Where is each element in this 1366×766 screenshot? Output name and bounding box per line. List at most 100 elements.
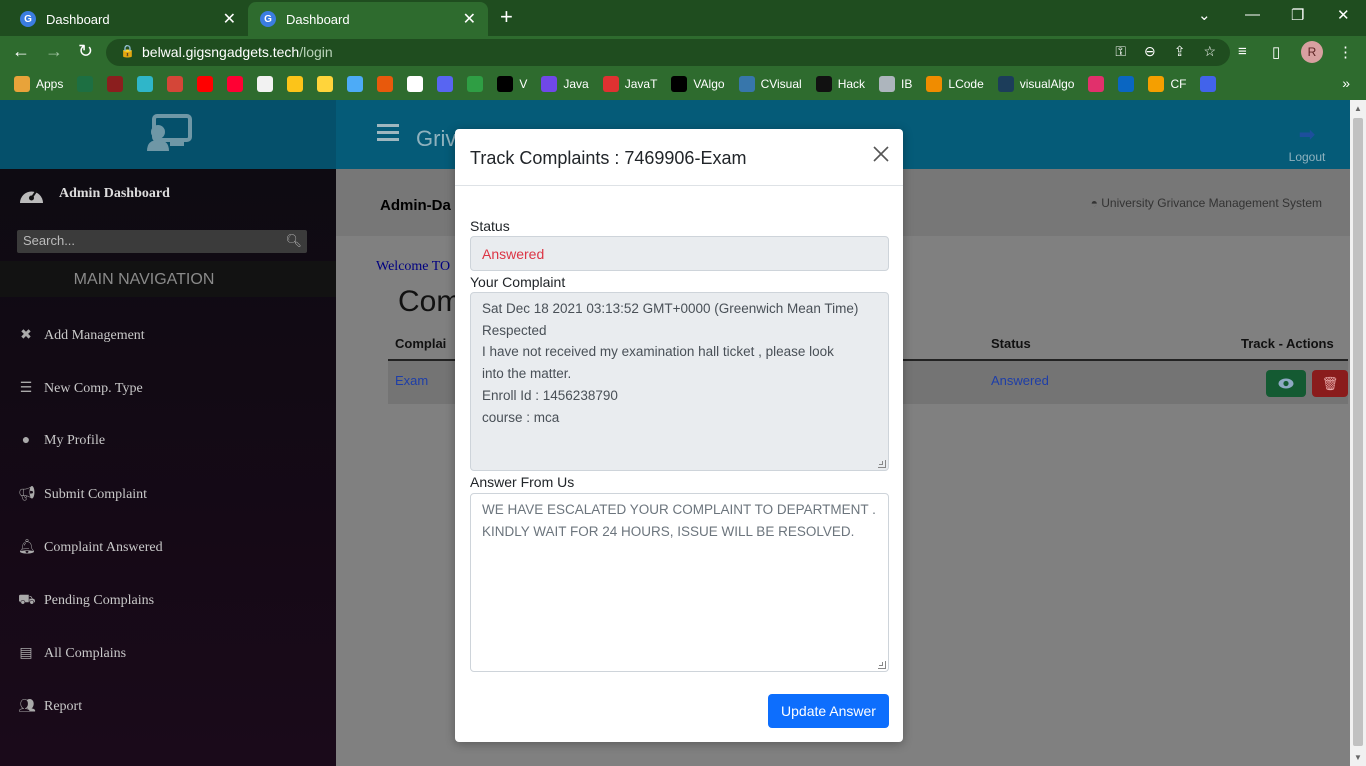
forward-icon[interactable]: → (45, 41, 63, 62)
track-button[interactable] (1266, 370, 1306, 397)
bookmark-item[interactable] (107, 76, 124, 92)
browser-tab[interactable]: G Dashboard ✕ (8, 2, 248, 36)
bookmark-item[interactable] (1088, 76, 1105, 92)
bookmark-item[interactable] (137, 76, 154, 92)
bookmarks-overflow-icon[interactable]: » (1342, 75, 1350, 91)
bookmark-item[interactable] (77, 76, 94, 92)
close-tab-icon[interactable]: ✕ (463, 9, 476, 29)
bookmark-item[interactable] (437, 76, 454, 92)
bookmark-favicon-icon (287, 76, 304, 92)
bookmark-label: V (519, 77, 528, 91)
bookmark-item[interactable]: Hack (815, 76, 865, 92)
wrench-icon: ✖ (20, 328, 32, 343)
bookmark-favicon-icon (467, 76, 484, 92)
bookmark-item[interactable]: LCode (926, 76, 984, 92)
update-answer-button[interactable]: Update Answer (768, 694, 889, 728)
bookmark-favicon-icon (671, 76, 688, 92)
sidebar-item-label: My Profile (44, 433, 106, 448)
bookmark-item[interactable]: Java (541, 76, 589, 92)
star-icon[interactable]: ☆ (1203, 43, 1216, 60)
bookmark-label: Java (563, 77, 589, 91)
bookmark-favicon-icon (815, 76, 832, 92)
bookmark-item[interactable]: CF (1148, 76, 1186, 92)
bookmark-item[interactable] (167, 76, 184, 92)
sidebar-item-add-management[interactable]: ✖ Add Management (18, 327, 145, 344)
logout-label: Logout (1288, 150, 1326, 164)
bookmark-item[interactable]: visualAlgo (997, 76, 1074, 92)
bookmark-item[interactable] (347, 76, 364, 92)
minimize-icon[interactable]: — (1245, 6, 1260, 23)
delete-button[interactable]: 🗑︎ (1312, 370, 1348, 397)
complaint-type-link[interactable]: Exam (395, 373, 428, 388)
bookmark-favicon-icon (926, 76, 943, 92)
bookmark-item[interactable] (377, 76, 394, 92)
close-icon[interactable] (871, 144, 891, 164)
bookmark-item[interactable]: VAlgo (671, 76, 725, 92)
reload-icon[interactable]: ↻ (78, 41, 93, 62)
search-icon[interactable]: 🔍︎ (285, 233, 302, 249)
new-tab-icon[interactable]: + (500, 6, 513, 28)
page-scrollbar[interactable]: ▲ ▼ (1350, 100, 1366, 766)
scroll-up-icon[interactable]: ▲ (1354, 104, 1362, 113)
bookmark-favicon-icon (602, 76, 619, 92)
status-link[interactable]: Answered (991, 373, 1049, 388)
bookmark-item[interactable] (317, 76, 334, 92)
share-icon[interactable]: ⇪ (1174, 43, 1186, 60)
sidebar-dashboard-link[interactable]: Admin Dashboard (18, 183, 170, 205)
welcome-text: Welcome TO (376, 259, 451, 274)
bookmark-favicon-icon (14, 76, 30, 92)
bookmark-item[interactable] (467, 76, 484, 92)
app-name: Griv (416, 126, 457, 151)
restore-icon[interactable]: ❐ (1291, 6, 1304, 24)
address-bar[interactable]: 🔒 belwal.gigsngadgets.tech/login ⚿ ⊖ ⇪ ☆ (106, 39, 1230, 66)
bookmark-item[interactable] (1118, 76, 1135, 92)
bookmark-favicon-icon (437, 76, 454, 92)
bookmark-item[interactable] (407, 76, 424, 92)
resize-handle-icon[interactable] (878, 661, 886, 669)
sidebar-search: 🔍︎ (17, 230, 307, 253)
bookmark-item[interactable] (227, 76, 244, 92)
hamburger-menu-icon[interactable] (377, 124, 399, 142)
modal-title: Track Complaints : 7469906-Exam (470, 148, 747, 168)
bookmark-item[interactable]: V (497, 76, 527, 92)
bookmark-item[interactable] (197, 76, 214, 92)
sidebar-item-complaint-answered[interactable]: 🔔︎ Complaint Answered (18, 539, 163, 556)
bookmark-item[interactable] (1200, 76, 1217, 92)
back-icon[interactable]: ← (12, 41, 30, 62)
answer-textarea[interactable]: WE HAVE ESCALATED YOUR COMPLAINT TO DEPA… (470, 493, 889, 672)
sidebar-item-label: Report (44, 698, 83, 714)
bookmark-item[interactable]: IB (879, 76, 912, 92)
sidebar-item-submit-complaint[interactable]: 📢︎ Submit Complaint (18, 486, 147, 503)
profile-avatar[interactable]: R (1301, 41, 1323, 63)
bookmark-favicon-icon (879, 76, 896, 92)
complaint-textarea[interactable]: Sat Dec 18 2021 03:13:52 GMT+0000 (Green… (470, 292, 889, 471)
sidebar-item-report[interactable]: 👥︎ Report (18, 698, 82, 715)
key-icon[interactable]: ⚿ (1115, 43, 1126, 60)
sidebar-item-new-comp-type[interactable]: ☰ New Comp. Type (18, 380, 143, 397)
bookmark-item[interactable]: CVisual (738, 76, 802, 92)
lock-icon: 🔒 (120, 44, 135, 58)
menu-dots-icon[interactable]: ⋮ (1338, 43, 1353, 61)
sidebar-item-my-profile[interactable]: ● My Profile (18, 433, 105, 449)
bookmarks-bar: Apps V Java JavaT VAlgo CVisual Hack IB LCode vis… (0, 68, 1366, 100)
page-title: Com (398, 285, 462, 318)
bookmark-label: LCode (948, 77, 984, 91)
browser-tab-active[interactable]: G Dashboard ✕ (248, 2, 488, 36)
bookmark-item[interactable] (257, 76, 274, 92)
resize-handle-icon[interactable] (878, 460, 886, 468)
window-close-icon[interactable]: ✕ (1337, 6, 1350, 24)
close-tab-icon[interactable]: ✕ (223, 9, 236, 29)
sidebar-item-pending-complains[interactable]: ⛟ Pending Complains (18, 592, 154, 610)
tab-search-chevron-icon[interactable]: ⌄ (1198, 6, 1211, 24)
scrollbar-thumb[interactable] (1353, 118, 1363, 746)
logout-button[interactable]: ➡ Logout (1285, 122, 1329, 164)
side-panel-icon[interactable]: ▯ (1272, 43, 1280, 61)
bookmark-item[interactable]: Apps (14, 76, 63, 92)
sidebar-item-all-complains[interactable]: ▤ All Complains (18, 645, 126, 662)
bookmark-item[interactable] (287, 76, 304, 92)
scroll-down-icon[interactable]: ▼ (1354, 753, 1362, 762)
search-input[interactable] (17, 230, 267, 251)
media-control-icon[interactable]: ≡ (1238, 43, 1247, 60)
bookmark-item[interactable]: JavaT (602, 76, 657, 92)
zoom-icon[interactable]: ⊖ (1144, 43, 1156, 60)
